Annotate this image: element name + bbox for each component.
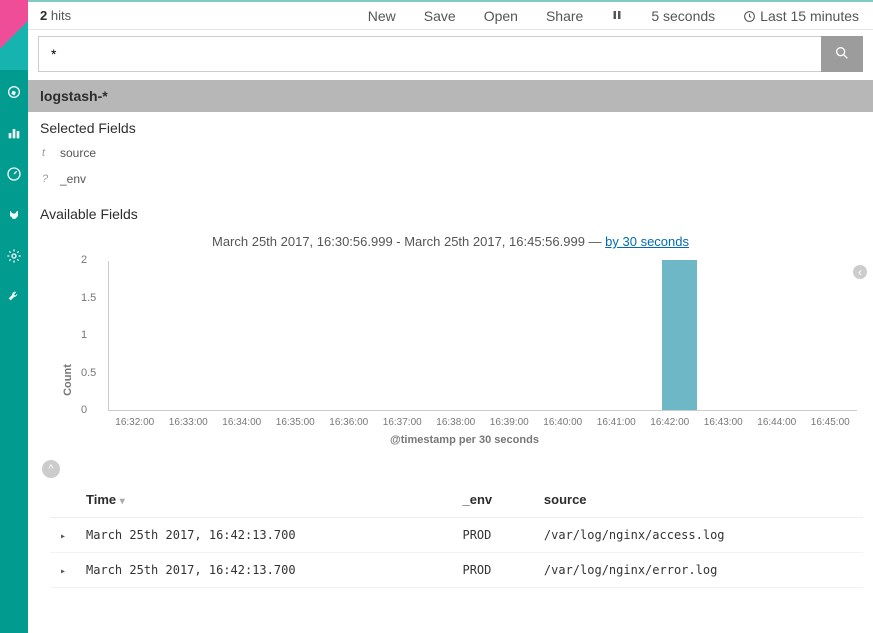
field-name: source [60,146,96,160]
save-button[interactable]: Save [424,8,456,24]
y-tick: 2 [81,254,87,266]
field-row-source[interactable]: t source [28,140,873,166]
side-nav [0,0,28,633]
cell-source: /var/log/nginx/access.log [534,518,863,553]
x-tick: 16:44:00 [750,417,804,428]
search-bar [28,30,873,80]
new-button[interactable]: New [368,8,396,24]
x-tick: 16:33:00 [162,417,216,428]
share-button[interactable]: Share [546,8,583,24]
x-tick: 16:36:00 [322,417,376,428]
cell-env: PROD [452,518,533,553]
pause-icon[interactable] [611,8,623,24]
histogram-bar[interactable] [662,260,697,410]
y-tick: 1 [81,329,87,341]
cell-source: /var/log/nginx/error.log [534,553,863,588]
field-type-icon: ? [42,173,52,185]
index-pattern-bar[interactable]: logstash-* [28,80,873,112]
x-tick: 16:41:00 [590,417,644,428]
x-tick: 16:45:00 [804,417,858,428]
search-input[interactable] [38,36,821,72]
kibana-logo[interactable] [0,0,28,70]
settings-icon[interactable] [6,248,22,267]
cell-time: March 25th 2017, 16:42:13.700 [76,553,452,588]
time-range[interactable]: Last 15 minutes [743,8,859,24]
y-tick: 0.5 [81,367,96,379]
discover-icon[interactable] [6,84,22,103]
y-axis-label: Count [62,364,74,396]
x-tick: 16:35:00 [269,417,323,428]
x-tick: 16:39:00 [483,417,537,428]
x-tick: 16:42:00 [643,417,697,428]
hits-count: 2 hits [28,8,83,23]
search-button[interactable] [821,36,863,72]
expand-row-icon[interactable] [50,518,76,553]
col-source[interactable]: source [534,482,863,518]
open-button[interactable]: Open [484,8,518,24]
dashboard-icon[interactable] [6,166,22,185]
y-tick: 1.5 [81,292,96,304]
visualize-icon[interactable] [6,125,22,144]
refresh-interval[interactable]: 5 seconds [651,8,715,24]
x-axis-label: @timestamp per 30 seconds [72,428,857,456]
col-env[interactable]: _env [452,482,533,518]
scroll-top [28,456,873,482]
cell-time: March 25th 2017, 16:42:13.700 [76,518,452,553]
table-row[interactable]: March 25th 2017, 16:42:13.700PROD/var/lo… [50,518,863,553]
field-name: _env [60,172,86,186]
x-tick: 16:34:00 [215,417,269,428]
field-row-env[interactable]: ? _env [28,166,873,192]
cell-env: PROD [452,553,533,588]
interval-link[interactable]: by 30 seconds [605,234,689,249]
x-tick: 16:32:00 [108,417,162,428]
chart-time-range: March 25th 2017, 16:30:56.999 - March 25… [28,226,873,257]
timelion-icon[interactable] [6,207,22,226]
x-tick: 16:37:00 [376,417,430,428]
devtools-icon[interactable] [6,289,22,308]
nav-icons [0,70,28,633]
sort-desc-icon: ▾ [120,496,125,507]
field-type-icon: t [42,147,52,159]
selected-fields-header: Selected Fields [28,112,873,140]
table-row[interactable]: March 25th 2017, 16:42:13.700PROD/var/lo… [50,553,863,588]
expand-row-icon[interactable] [50,553,76,588]
col-time[interactable]: Time ▾ [76,482,452,518]
scroll-top-button[interactable] [42,460,60,478]
topbar: 2 hits New Save Open Share 5 seconds Las… [28,0,873,30]
y-tick: 0 [81,404,87,416]
results-table: Time ▾ _env source March 25th 2017, 16:4… [50,482,863,588]
histogram-chart[interactable]: Count 0 0.5 1 1.5 2 16:32:0016:33:0016:34:00… [28,257,873,456]
x-tick: 16:40:00 [536,417,590,428]
x-tick: 16:38:00 [429,417,483,428]
available-fields-header[interactable]: Available Fields [28,192,873,226]
x-tick: 16:43:00 [697,417,751,428]
